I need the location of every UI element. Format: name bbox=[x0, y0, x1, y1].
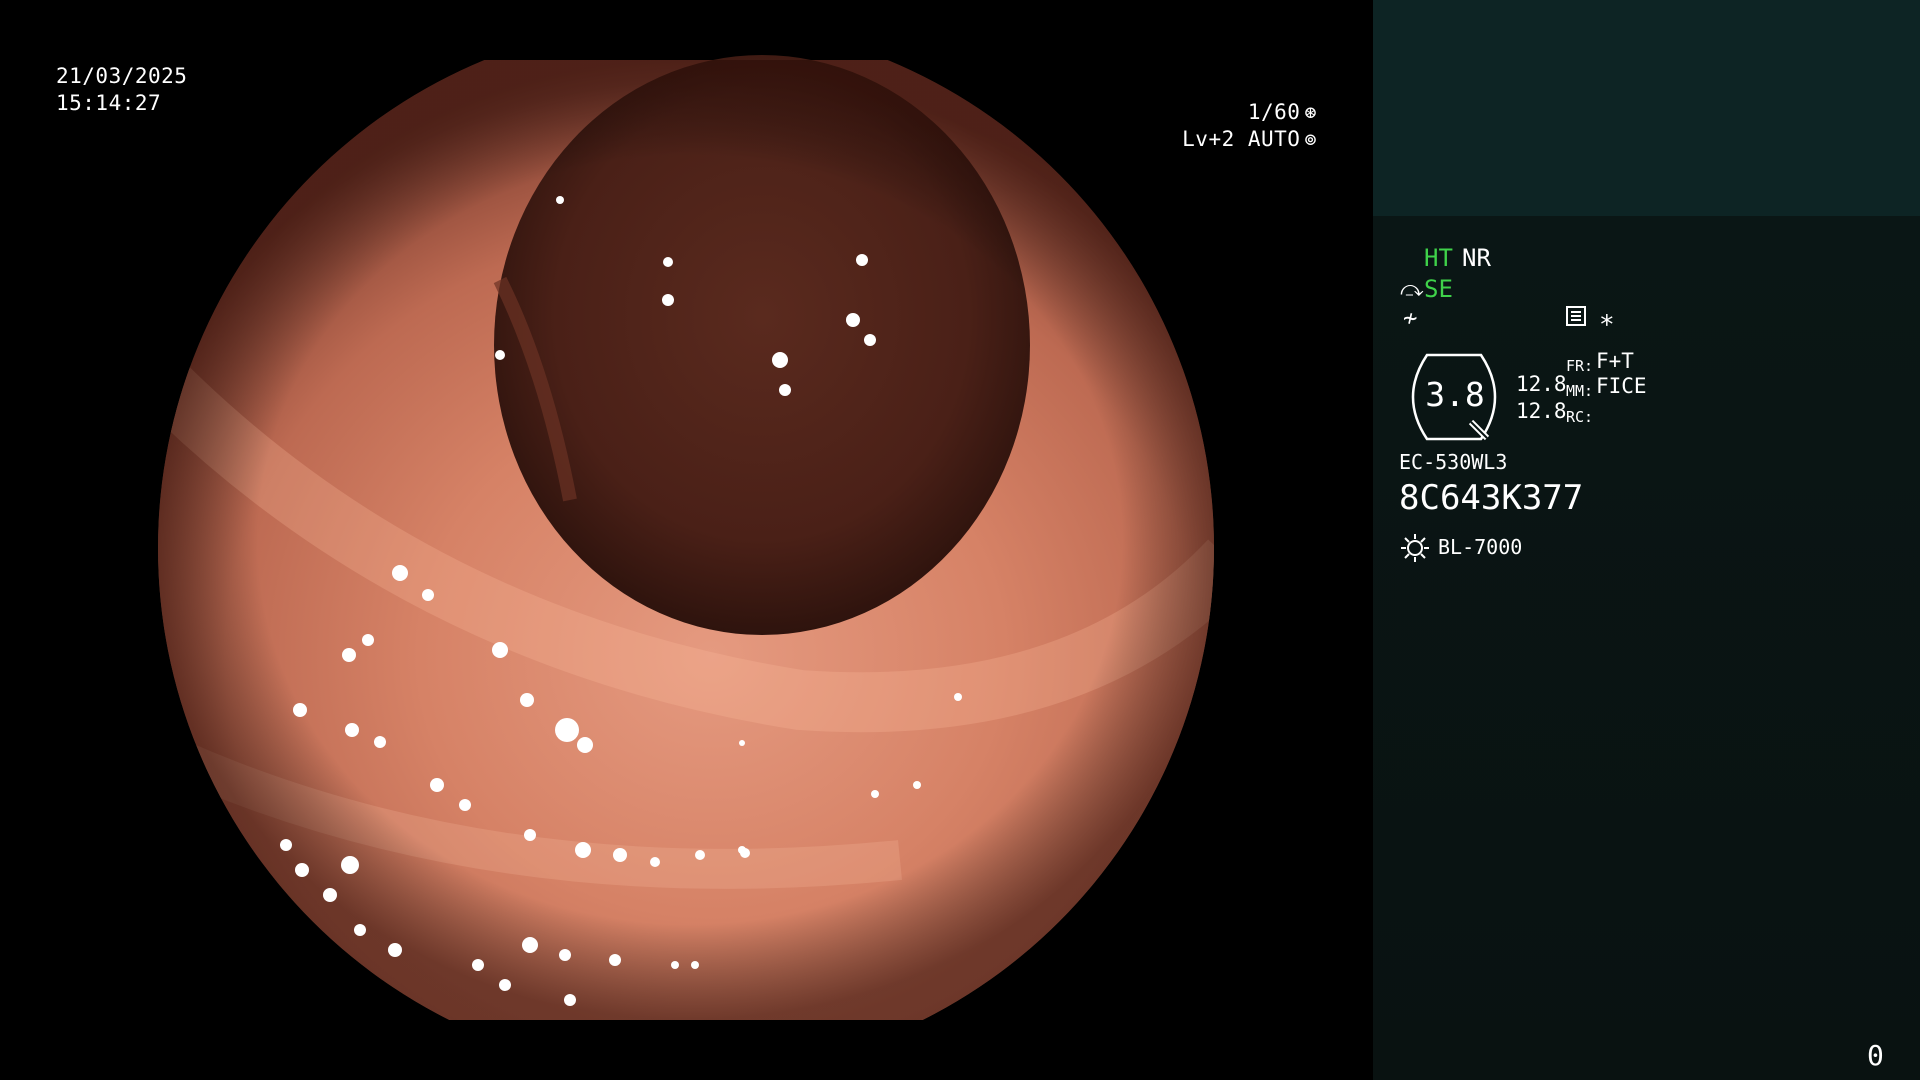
mucosa-image bbox=[158, 55, 1214, 1020]
nr-indicator: NR bbox=[1462, 244, 1491, 272]
shutter-speed: 1/60 bbox=[1247, 100, 1301, 124]
endoscope-video-view: 21/03/2025 15:14:27 1/60 ⊛ Lv+2 AUTO ⊚ bbox=[0, 0, 1373, 1080]
value-lower: 12.8 bbox=[1516, 399, 1567, 423]
time-text: 15:14:27 bbox=[56, 91, 162, 115]
thumbnail-area bbox=[1373, 0, 1920, 216]
fr-value: F+T bbox=[1596, 349, 1634, 373]
image-counter: 0 bbox=[1867, 1039, 1884, 1072]
endoscopic-image bbox=[158, 55, 1214, 1020]
menu-icon bbox=[1566, 306, 1586, 326]
light-source: BL-7000 bbox=[1438, 535, 1523, 559]
freeze-icon: ≁ bbox=[1403, 304, 1418, 332]
shutter-icon: ⊛ bbox=[1304, 100, 1317, 124]
scope-model: EC-530WL3 bbox=[1399, 450, 1508, 474]
structure-enhance-icon: ⤼ bbox=[1400, 277, 1424, 302]
exposure-overlay: 1/60 ⊛ Lv+2 AUTO ⊚ bbox=[1182, 99, 1317, 153]
ht-indicator: HT bbox=[1424, 244, 1453, 272]
zoom-value: 3.8 bbox=[1425, 375, 1485, 414]
mm-value: FICE bbox=[1596, 374, 1647, 398]
se-indicator: SE bbox=[1424, 275, 1453, 303]
iris-icon: ⊚ bbox=[1304, 127, 1317, 151]
scope-serial: 8C643K377 bbox=[1399, 478, 1584, 518]
datetime-overlay: 21/03/2025 15:14:27 bbox=[56, 63, 187, 117]
lamp-icon bbox=[1401, 534, 1429, 562]
star-icon: ∗ bbox=[1599, 305, 1615, 335]
iris-mode: Lv+2 AUTO bbox=[1182, 127, 1301, 151]
date-text: 21/03/2025 bbox=[56, 64, 188, 88]
value-upper: 12.8 bbox=[1516, 372, 1567, 396]
fr-label: FR: bbox=[1566, 357, 1594, 375]
mm-label: MM: bbox=[1566, 382, 1594, 400]
info-panel: HT NR ⤼ SE ≁ ∗ 3.8 12.8 12.8 FR: F+T MM:… bbox=[1373, 0, 1920, 1080]
rc-label: RC: bbox=[1566, 408, 1594, 426]
